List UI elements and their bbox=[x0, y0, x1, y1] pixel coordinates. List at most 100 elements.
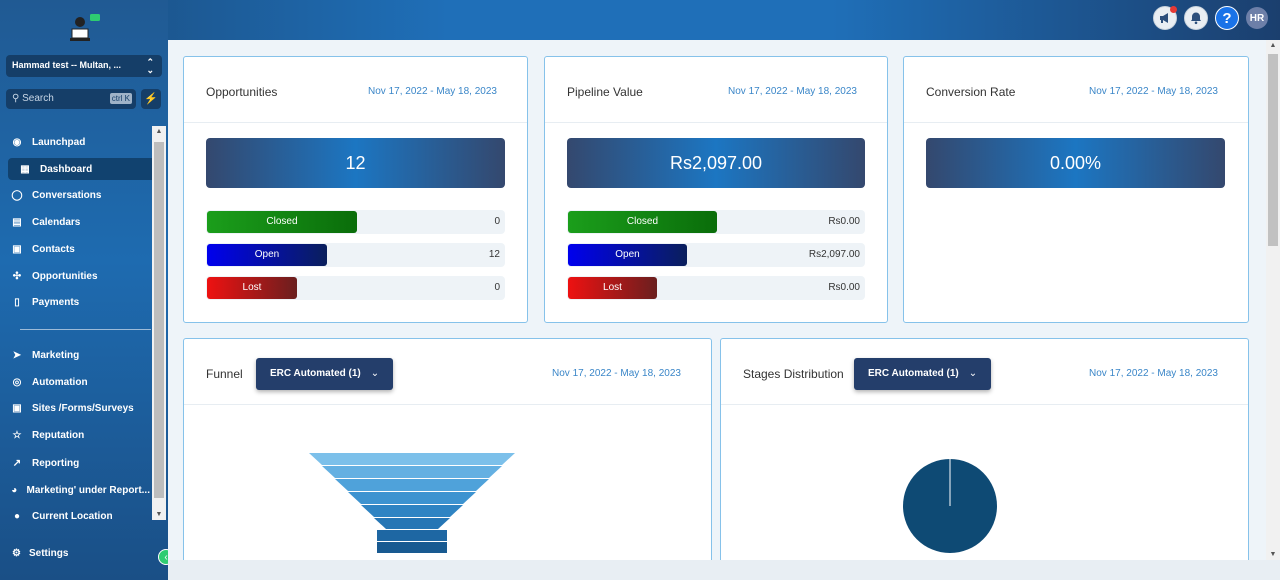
sidebar-item-current-location[interactable]: ● Current Location bbox=[10, 505, 150, 521]
date-range: Nov 17, 2022 - May 18, 2023 bbox=[368, 86, 497, 97]
scroll-down-arrow[interactable]: ▼ bbox=[1266, 551, 1280, 558]
company-logo bbox=[66, 12, 102, 49]
funnel-card: Funnel ERC Automated (1) ⌄ Nov 17, 2022 -… bbox=[183, 338, 712, 560]
sidebar-item-label: Marketing bbox=[32, 349, 80, 361]
sidebar-item-label: Payments bbox=[32, 296, 80, 308]
pie-icon: ◕ bbox=[11, 484, 18, 496]
scroll-up-arrow[interactable]: ▲ bbox=[152, 128, 166, 135]
card-title: Opportunities bbox=[206, 85, 278, 99]
sidebar-item-marketing[interactable]: ➤ Marketing bbox=[10, 344, 150, 366]
quick-actions-button[interactable]: ⚡ bbox=[141, 89, 161, 109]
sidebar-item-payments[interactable]: ▯ Payments bbox=[10, 291, 150, 313]
card-header: Opportunities Nov 17, 2022 - May 18, 202… bbox=[184, 57, 527, 123]
scroll-thumb[interactable] bbox=[154, 142, 164, 498]
search-icon: ⚲ bbox=[12, 93, 20, 104]
sidebar-item-label: Contacts bbox=[32, 243, 75, 255]
status-row-closed: Closed Rs0.00 bbox=[567, 210, 865, 234]
card-header: Stages Distribution ERC Automated (1) ⌄ N… bbox=[721, 339, 1248, 405]
sidebar-item-label: Dashboard bbox=[40, 163, 93, 175]
card-header: Conversion Rate Nov 17, 2022 - May 18, 2… bbox=[904, 57, 1248, 123]
updown-chevron-icon: ⌃ ⌄ bbox=[146, 57, 154, 75]
sidebar-item-automation[interactable]: ◎ Automation bbox=[10, 371, 150, 393]
card-title: Pipeline Value bbox=[567, 85, 643, 99]
chat-icon: ◯ bbox=[11, 189, 23, 201]
funnel-chart bbox=[309, 453, 515, 553]
sidebar-item-opportunities[interactable]: ✣ Opportunities bbox=[10, 265, 150, 287]
scroll-up-arrow[interactable]: ▲ bbox=[1266, 42, 1280, 49]
sidebar-item-label: Conversations bbox=[32, 189, 102, 201]
sidebar-item-label: Calendars bbox=[32, 216, 81, 228]
closed-bar: Closed bbox=[207, 211, 357, 233]
open-value: 12 bbox=[488, 249, 500, 260]
announcement-button[interactable] bbox=[1153, 6, 1177, 30]
sidebar-item-marketing-report[interactable]: ◕ Marketing' under Report... bbox=[10, 479, 150, 501]
bottom-bar bbox=[168, 560, 1280, 580]
help-button[interactable]: ? bbox=[1215, 6, 1239, 30]
nav-divider bbox=[20, 329, 151, 330]
funnel-stage bbox=[335, 479, 489, 491]
funnel-stage bbox=[377, 530, 447, 541]
sidebar-item-launchpad[interactable]: ◉ Launchpad bbox=[10, 131, 150, 153]
pipeline-dropdown[interactable]: ERC Automated (1) ⌄ bbox=[256, 358, 394, 390]
dropdown-label: ERC Automated (1) bbox=[270, 368, 361, 379]
sidebar-item-dashboard[interactable]: ▦ Dashboard bbox=[8, 158, 152, 180]
sidebar-item-reputation[interactable]: ☆ Reputation bbox=[10, 424, 150, 446]
sidebar-item-reporting[interactable]: ↗ Reporting bbox=[10, 452, 150, 474]
person-icon: ● bbox=[13, 510, 21, 521]
sidebar-item-label: Launchpad bbox=[32, 136, 86, 148]
sidebar-item-contacts[interactable]: ▣ Contacts bbox=[10, 238, 150, 260]
page-scrollbar[interactable]: ▲ ▼ bbox=[1266, 40, 1280, 560]
sidebar-item-calendars[interactable]: ▤ Calendars bbox=[10, 211, 150, 233]
automation-icon: ◎ bbox=[12, 376, 22, 388]
scroll-thumb[interactable] bbox=[1268, 54, 1278, 246]
total-value: 12 bbox=[206, 138, 505, 188]
open-bar: Open bbox=[568, 244, 687, 266]
status-row-lost: Lost Rs0.00 bbox=[567, 276, 865, 300]
contacts-icon: ▣ bbox=[12, 243, 22, 255]
lost-bar: Lost bbox=[207, 277, 297, 299]
notification-dot bbox=[1170, 6, 1177, 13]
send-icon: ➤ bbox=[12, 349, 22, 361]
receipt-icon: ▯ bbox=[14, 296, 20, 308]
funnel-stage bbox=[322, 466, 502, 478]
trend-icon: ↗ bbox=[12, 457, 22, 469]
sidebar-item-sites[interactable]: ▣ Sites /Forms/Surveys bbox=[10, 397, 150, 419]
search-input[interactable]: ⚲ Search ctrl K bbox=[6, 89, 136, 109]
card-header: Funnel ERC Automated (1) ⌄ Nov 17, 2022 -… bbox=[184, 339, 711, 405]
closed-value: Rs0.00 bbox=[828, 216, 860, 227]
sidebar-scrollbar[interactable]: ▲ ▼ bbox=[152, 126, 166, 520]
sidebar-item-label: Current Location bbox=[32, 510, 113, 521]
status-row-closed: Closed 0 bbox=[206, 210, 505, 234]
network-icon: ✣ bbox=[12, 270, 22, 282]
pipeline-dropdown[interactable]: ERC Automated (1) ⌄ bbox=[854, 358, 992, 390]
header-actions: ? HR bbox=[1153, 6, 1268, 30]
funnel-stage bbox=[374, 518, 450, 529]
search-placeholder: Search bbox=[22, 93, 54, 104]
date-range: Nov 17, 2022 - May 18, 2023 bbox=[1089, 86, 1218, 97]
card-title: Stages Distribution bbox=[743, 367, 844, 381]
open-value: Rs2,097.00 bbox=[808, 249, 860, 260]
lost-bar: Lost bbox=[568, 277, 657, 299]
location-switcher[interactable]: Hammad test -- Multan, ... ⌃ ⌄ bbox=[6, 55, 162, 77]
star-icon: ☆ bbox=[12, 429, 22, 441]
dropdown-label: ERC Automated (1) bbox=[868, 368, 959, 379]
rocket-icon: ◉ bbox=[12, 136, 22, 148]
closed-value: 0 bbox=[494, 216, 500, 227]
user-avatar[interactable]: HR bbox=[1246, 7, 1268, 29]
opportunities-card: Opportunities Nov 17, 2022 - May 18, 202… bbox=[183, 56, 528, 323]
sidebar-item-conversations[interactable]: ◯ Conversations bbox=[10, 184, 150, 206]
pipeline-value-card: Pipeline Value Nov 17, 2022 - May 18, 20… bbox=[544, 56, 888, 323]
form-icon: ▣ bbox=[12, 402, 22, 414]
lost-value: Rs0.00 bbox=[828, 282, 860, 293]
dashboard-main: Opportunities Nov 17, 2022 - May 18, 202… bbox=[168, 40, 1266, 560]
search-shortcut: ctrl K bbox=[109, 93, 132, 104]
scroll-down-arrow[interactable]: ▼ bbox=[152, 511, 166, 518]
logo-icon bbox=[70, 14, 100, 41]
sidebar-item-settings[interactable]: ⚙ Settings bbox=[12, 548, 68, 559]
settings-label: Settings bbox=[28, 548, 69, 559]
gear-icon: ⚙ bbox=[12, 548, 21, 559]
notifications-button[interactable] bbox=[1184, 6, 1208, 30]
avatar-initials: HR bbox=[1249, 12, 1265, 24]
grid-icon: ▦ bbox=[20, 163, 30, 175]
megaphone-icon bbox=[1160, 13, 1168, 23]
